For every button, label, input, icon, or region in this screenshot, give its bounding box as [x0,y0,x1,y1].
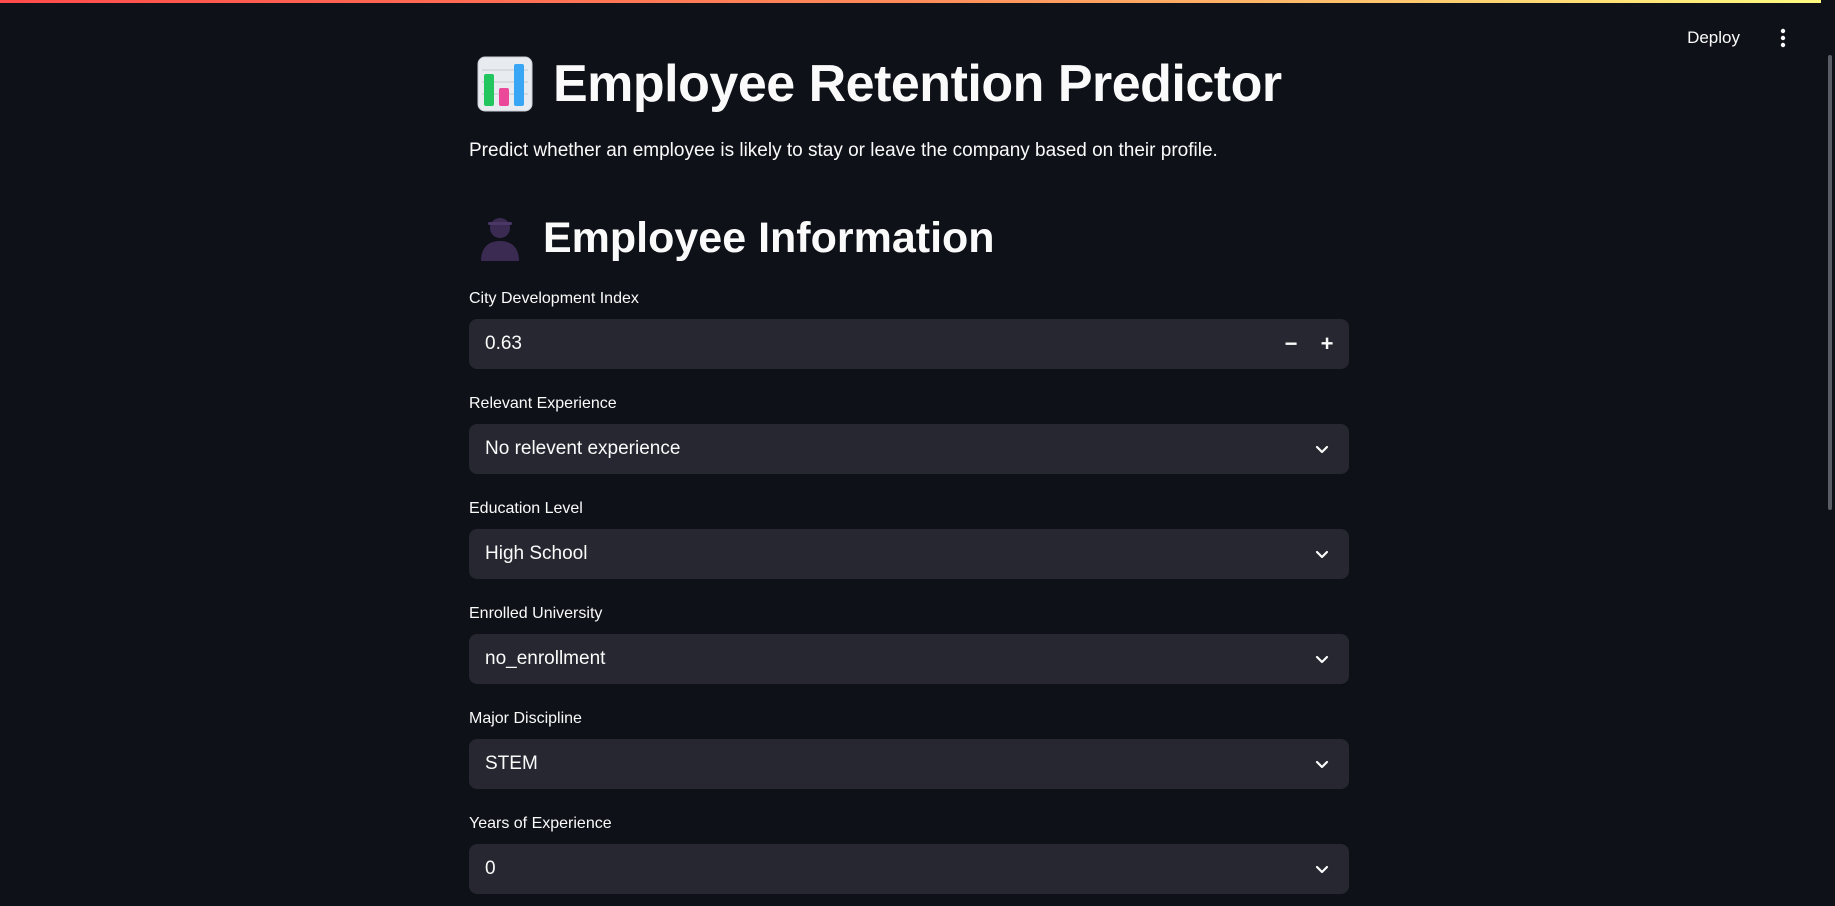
scrollbar-thumb[interactable] [1828,55,1832,510]
main-menu-button[interactable] [1767,22,1799,54]
enrolled-university-value: no_enrollment [485,648,606,669]
page-title-row: Employee Retention Predictor [477,52,1282,116]
relevant-experience-select[interactable]: No relevent experience [469,424,1349,474]
chevron-down-icon [1315,445,1329,454]
enrolled-university-label: Enrolled University [469,605,603,622]
deploy-button[interactable]: Deploy [1677,22,1750,54]
education-level-value: High School [485,543,588,564]
vertical-ellipsis-icon [1780,28,1786,48]
bottom-edge [0,898,1835,906]
page-title: Employee Retention Predictor [553,55,1282,113]
number-stepper: − + [1273,326,1345,362]
relevant-experience-label: Relevant Experience [469,395,617,412]
section-header: Employee Information [475,210,995,266]
chevron-down-icon [1315,760,1329,769]
city-development-index-value[interactable]: 0.63 [485,333,1273,355]
education-level-label: Education Level [469,500,583,517]
education-level-select[interactable]: High School [469,529,1349,579]
section-title: Employee Information [543,213,995,262]
enrolled-university-select[interactable]: no_enrollment [469,634,1349,684]
years-of-experience-value: 0 [485,858,496,879]
scrollbar[interactable] [1821,0,1835,906]
major-discipline-label: Major Discipline [469,710,582,727]
city-development-index-input[interactable]: 0.63 − + [469,319,1349,369]
decrement-button[interactable]: − [1273,326,1309,362]
years-of-experience-select[interactable]: 0 [469,844,1349,894]
major-discipline-value: STEM [485,753,538,774]
page-subtitle: Predict whether an employee is likely to… [469,140,1218,161]
chevron-down-icon [1315,865,1329,874]
increment-button[interactable]: + [1309,326,1345,362]
person-silhouette-icon [481,218,519,261]
major-discipline-select[interactable]: STEM [469,739,1349,789]
city-development-index-label: City Development Index [469,290,639,307]
years-of-experience-label: Years of Experience [469,815,612,832]
app-header: Deploy [1535,0,1835,70]
chevron-down-icon [1315,550,1329,559]
bar-chart-icon [477,56,533,112]
chevron-down-icon [1315,655,1329,664]
relevant-experience-value: No relevent experience [485,438,681,459]
